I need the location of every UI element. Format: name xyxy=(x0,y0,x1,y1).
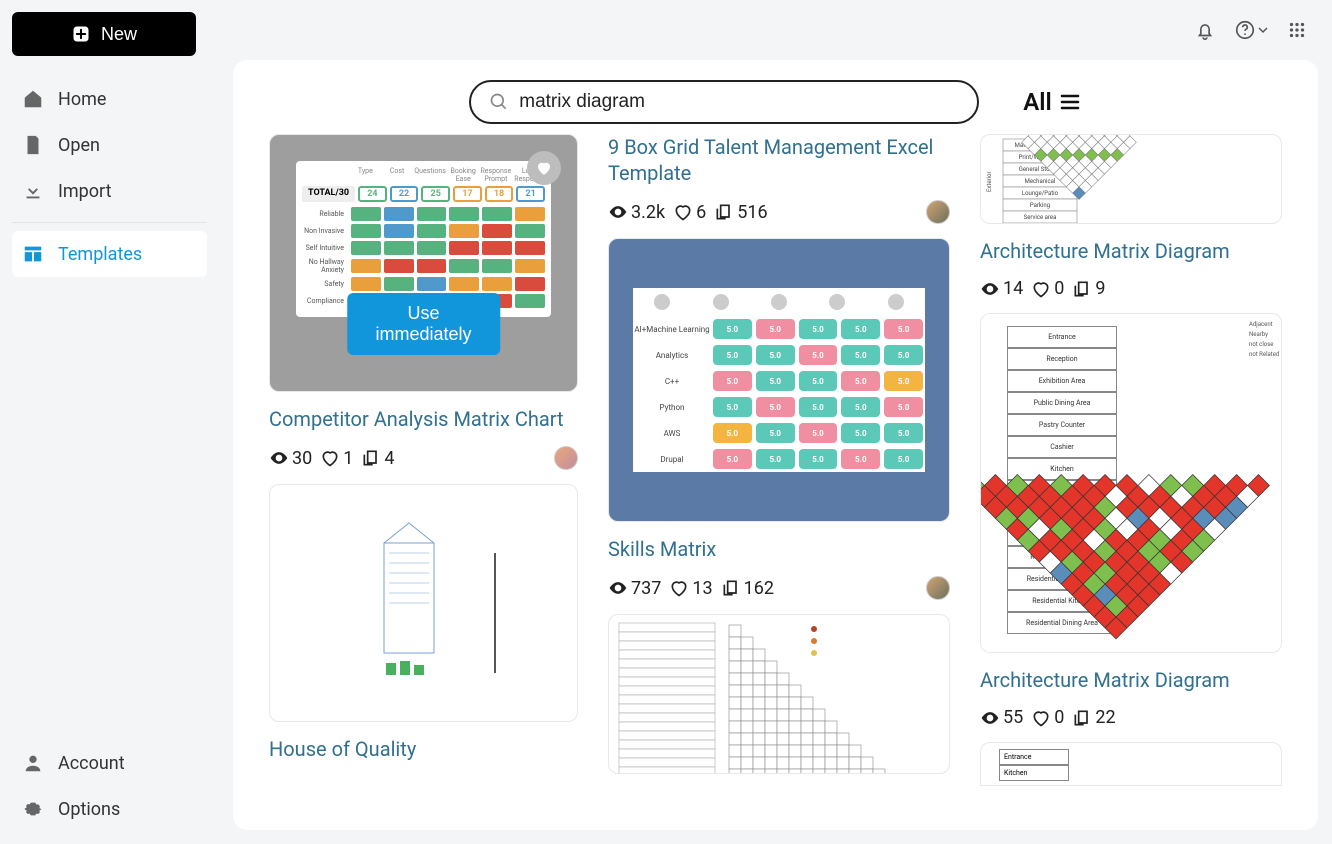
template-title[interactable]: Skills Matrix xyxy=(608,536,950,562)
svg-text:Lounge/Patio: Lounge/Patio xyxy=(1022,190,1059,197)
preview-chart: AI+Machine Learning5.05.05.05.05.0Analyt… xyxy=(633,288,925,472)
eye-icon xyxy=(608,578,628,598)
heart-icon xyxy=(320,448,340,468)
favorite-button[interactable] xyxy=(527,151,561,185)
sidebar-item-label: Options xyxy=(58,799,120,820)
sidebar-item-label: Open xyxy=(58,135,100,156)
search-icon xyxy=(489,92,509,112)
heart-icon xyxy=(535,159,553,177)
menu-icon xyxy=(1058,90,1082,114)
sidebar-item-account[interactable]: Account xyxy=(12,740,207,786)
sidebar-item-label: Account xyxy=(58,753,125,774)
divider xyxy=(12,222,207,223)
template-title[interactable]: House of Quality xyxy=(269,736,578,762)
copy-icon xyxy=(721,578,741,598)
sidebar-item-import[interactable]: Import xyxy=(12,168,207,214)
template-thumbnail[interactable] xyxy=(269,484,578,722)
file-icon xyxy=(22,134,44,156)
search-input[interactable] xyxy=(519,91,959,113)
eye-icon xyxy=(980,279,1000,299)
new-button-label: New xyxy=(101,24,137,45)
preview-chart xyxy=(609,615,949,774)
eye-icon xyxy=(608,202,628,222)
grid-icon[interactable] xyxy=(1286,19,1308,41)
heart-icon xyxy=(669,578,689,598)
svg-text:Mechanical: Mechanical xyxy=(1025,178,1056,185)
filter-all-label: All xyxy=(1023,88,1052,116)
svg-text:Service area: Service area xyxy=(1024,214,1057,221)
plus-icon xyxy=(71,24,91,44)
heart-icon xyxy=(1031,708,1051,728)
copy-icon xyxy=(1072,279,1092,299)
template-thumbnail[interactable]: AI+Machine Learning5.05.05.05.05.0Analyt… xyxy=(608,238,950,522)
sidebar-item-label: Import xyxy=(58,181,111,202)
copy-icon xyxy=(361,448,381,468)
svg-text:not close: not close xyxy=(1249,341,1274,348)
svg-text:Nearby: Nearby xyxy=(1249,331,1268,338)
import-icon xyxy=(22,180,44,202)
filter-all-button[interactable]: All xyxy=(1023,88,1082,116)
heart-icon xyxy=(1031,279,1051,299)
preview-chart xyxy=(294,513,554,693)
copy-icon xyxy=(714,202,734,222)
sidebar-item-open[interactable]: Open xyxy=(12,122,207,168)
sidebar-item-home[interactable]: Home xyxy=(12,76,207,122)
sidebar: New Home Open Import Templates xyxy=(0,0,219,844)
preview-chart: EntranceKitchen xyxy=(981,743,1281,781)
heart-icon xyxy=(673,202,693,222)
help-icon xyxy=(1234,19,1256,41)
content-card: All TypeCostQuestionsBooking EaseRespons… xyxy=(233,60,1318,830)
template-meta: 3.2k 6 516 xyxy=(608,200,950,224)
home-icon xyxy=(22,88,44,110)
templates-icon xyxy=(22,243,44,265)
avatar[interactable] xyxy=(554,446,578,470)
sidebar-item-templates[interactable]: Templates xyxy=(12,231,207,277)
template-meta: 14 0 9 xyxy=(980,278,1282,299)
search-box xyxy=(469,80,979,124)
template-title[interactable]: Architecture Matrix Diagram xyxy=(980,667,1282,693)
template-thumbnail[interactable]: EntranceReceptionExhibition AreaPublic D… xyxy=(980,313,1282,653)
template-thumbnail[interactable]: ExteriorMaterials/SamplesPrint/WorkroomG… xyxy=(980,134,1282,224)
template-title[interactable]: Competitor Analysis Matrix Chart xyxy=(269,406,578,432)
avatar[interactable] xyxy=(926,200,950,224)
avatar[interactable] xyxy=(926,576,950,600)
use-immediately-button[interactable]: Use immediately xyxy=(347,293,501,355)
bell-icon[interactable] xyxy=(1194,19,1216,41)
sidebar-item-options[interactable]: Options xyxy=(12,786,207,832)
svg-text:Adjacent: Adjacent xyxy=(1249,321,1273,328)
template-meta: 737 13 162 xyxy=(608,576,950,600)
copy-icon xyxy=(1072,708,1092,728)
template-title[interactable]: Architecture Matrix Diagram xyxy=(980,238,1282,264)
template-thumbnail[interactable]: EntranceKitchen xyxy=(980,742,1282,786)
help-button[interactable] xyxy=(1234,19,1268,41)
svg-text:Exterior: Exterior xyxy=(986,172,993,192)
gear-icon xyxy=(22,798,44,820)
main: All TypeCostQuestionsBooking EaseRespons… xyxy=(219,0,1332,844)
account-icon xyxy=(22,752,44,774)
template-meta: 55 0 22 xyxy=(980,707,1282,728)
template-meta: 30 1 4 xyxy=(269,446,578,470)
template-title[interactable]: 9 Box Grid Talent Management Excel Templ… xyxy=(608,134,950,186)
preview-chart: ExteriorMaterials/SamplesPrint/WorkroomG… xyxy=(981,135,1281,224)
eye-icon xyxy=(269,448,289,468)
template-thumbnail[interactable] xyxy=(608,614,950,774)
new-button[interactable]: New xyxy=(12,12,196,56)
eye-icon xyxy=(980,708,1000,728)
svg-text:not Related: not Related xyxy=(1249,351,1279,358)
sidebar-item-label: Templates xyxy=(58,244,142,265)
sidebar-item-label: Home xyxy=(58,89,106,110)
topbar xyxy=(219,0,1332,60)
svg-text:Parking: Parking xyxy=(1030,202,1050,209)
template-thumbnail[interactable]: TypeCostQuestionsBooking EaseResponse Pr… xyxy=(269,134,578,392)
chevron-down-icon xyxy=(1258,25,1268,35)
